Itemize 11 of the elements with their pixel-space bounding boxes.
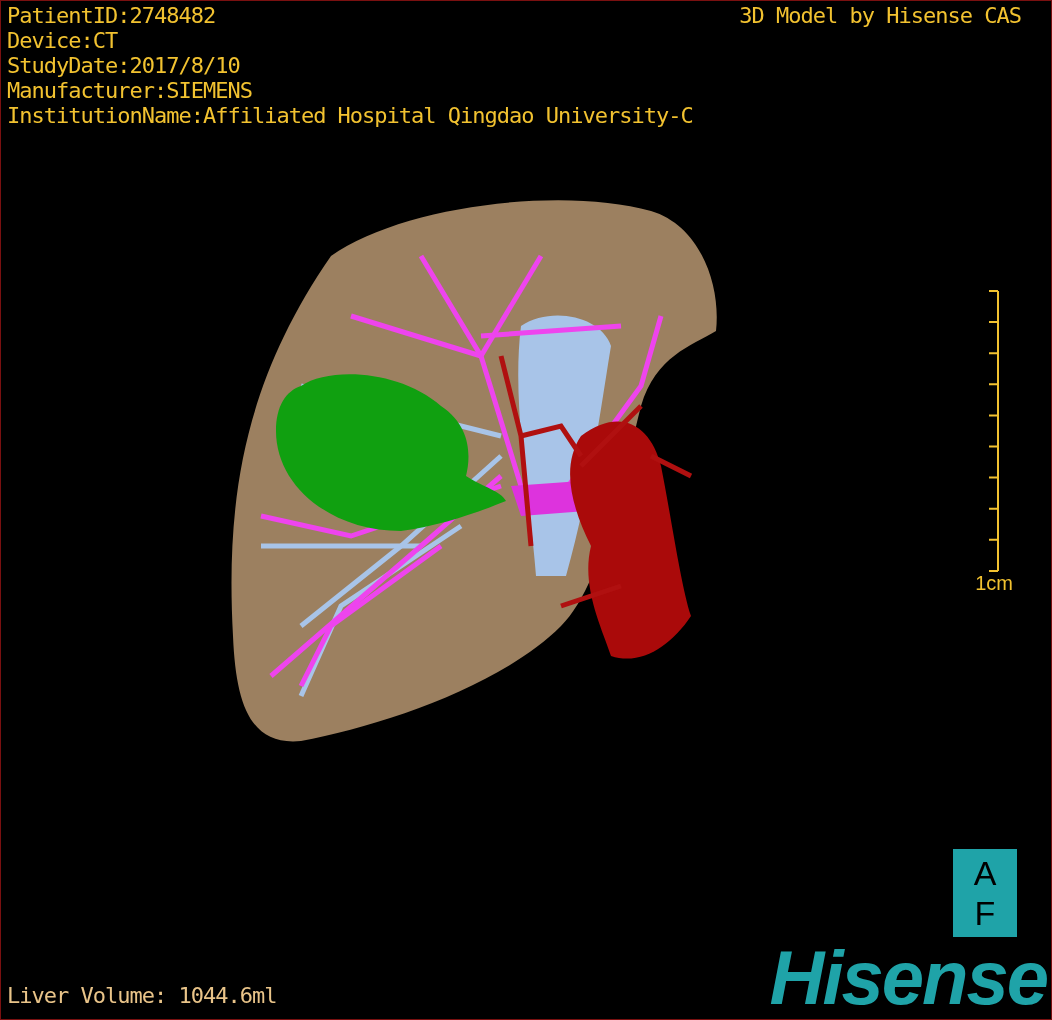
badge-letter: F (974, 893, 996, 933)
scale-label: 1cm (975, 572, 1013, 594)
brand-logo: Hisense (769, 943, 1048, 1013)
info-line: StudyDate:2017/8/10 (7, 53, 241, 78)
model-credit: 3D Model by Hisense CAS (739, 3, 1022, 30)
info-line: Manufacturer:SIEMENS (7, 78, 253, 103)
info-line: Device:CT (7, 28, 119, 53)
info-line: PatientID:2748482 (7, 3, 217, 28)
badge-letter: A (973, 853, 997, 893)
info-line: InstitutionName:Affiliated Hospital Qingdao University-C (7, 103, 693, 128)
liver-volume: Liver Volume: 1044.6ml (6, 983, 277, 1010)
